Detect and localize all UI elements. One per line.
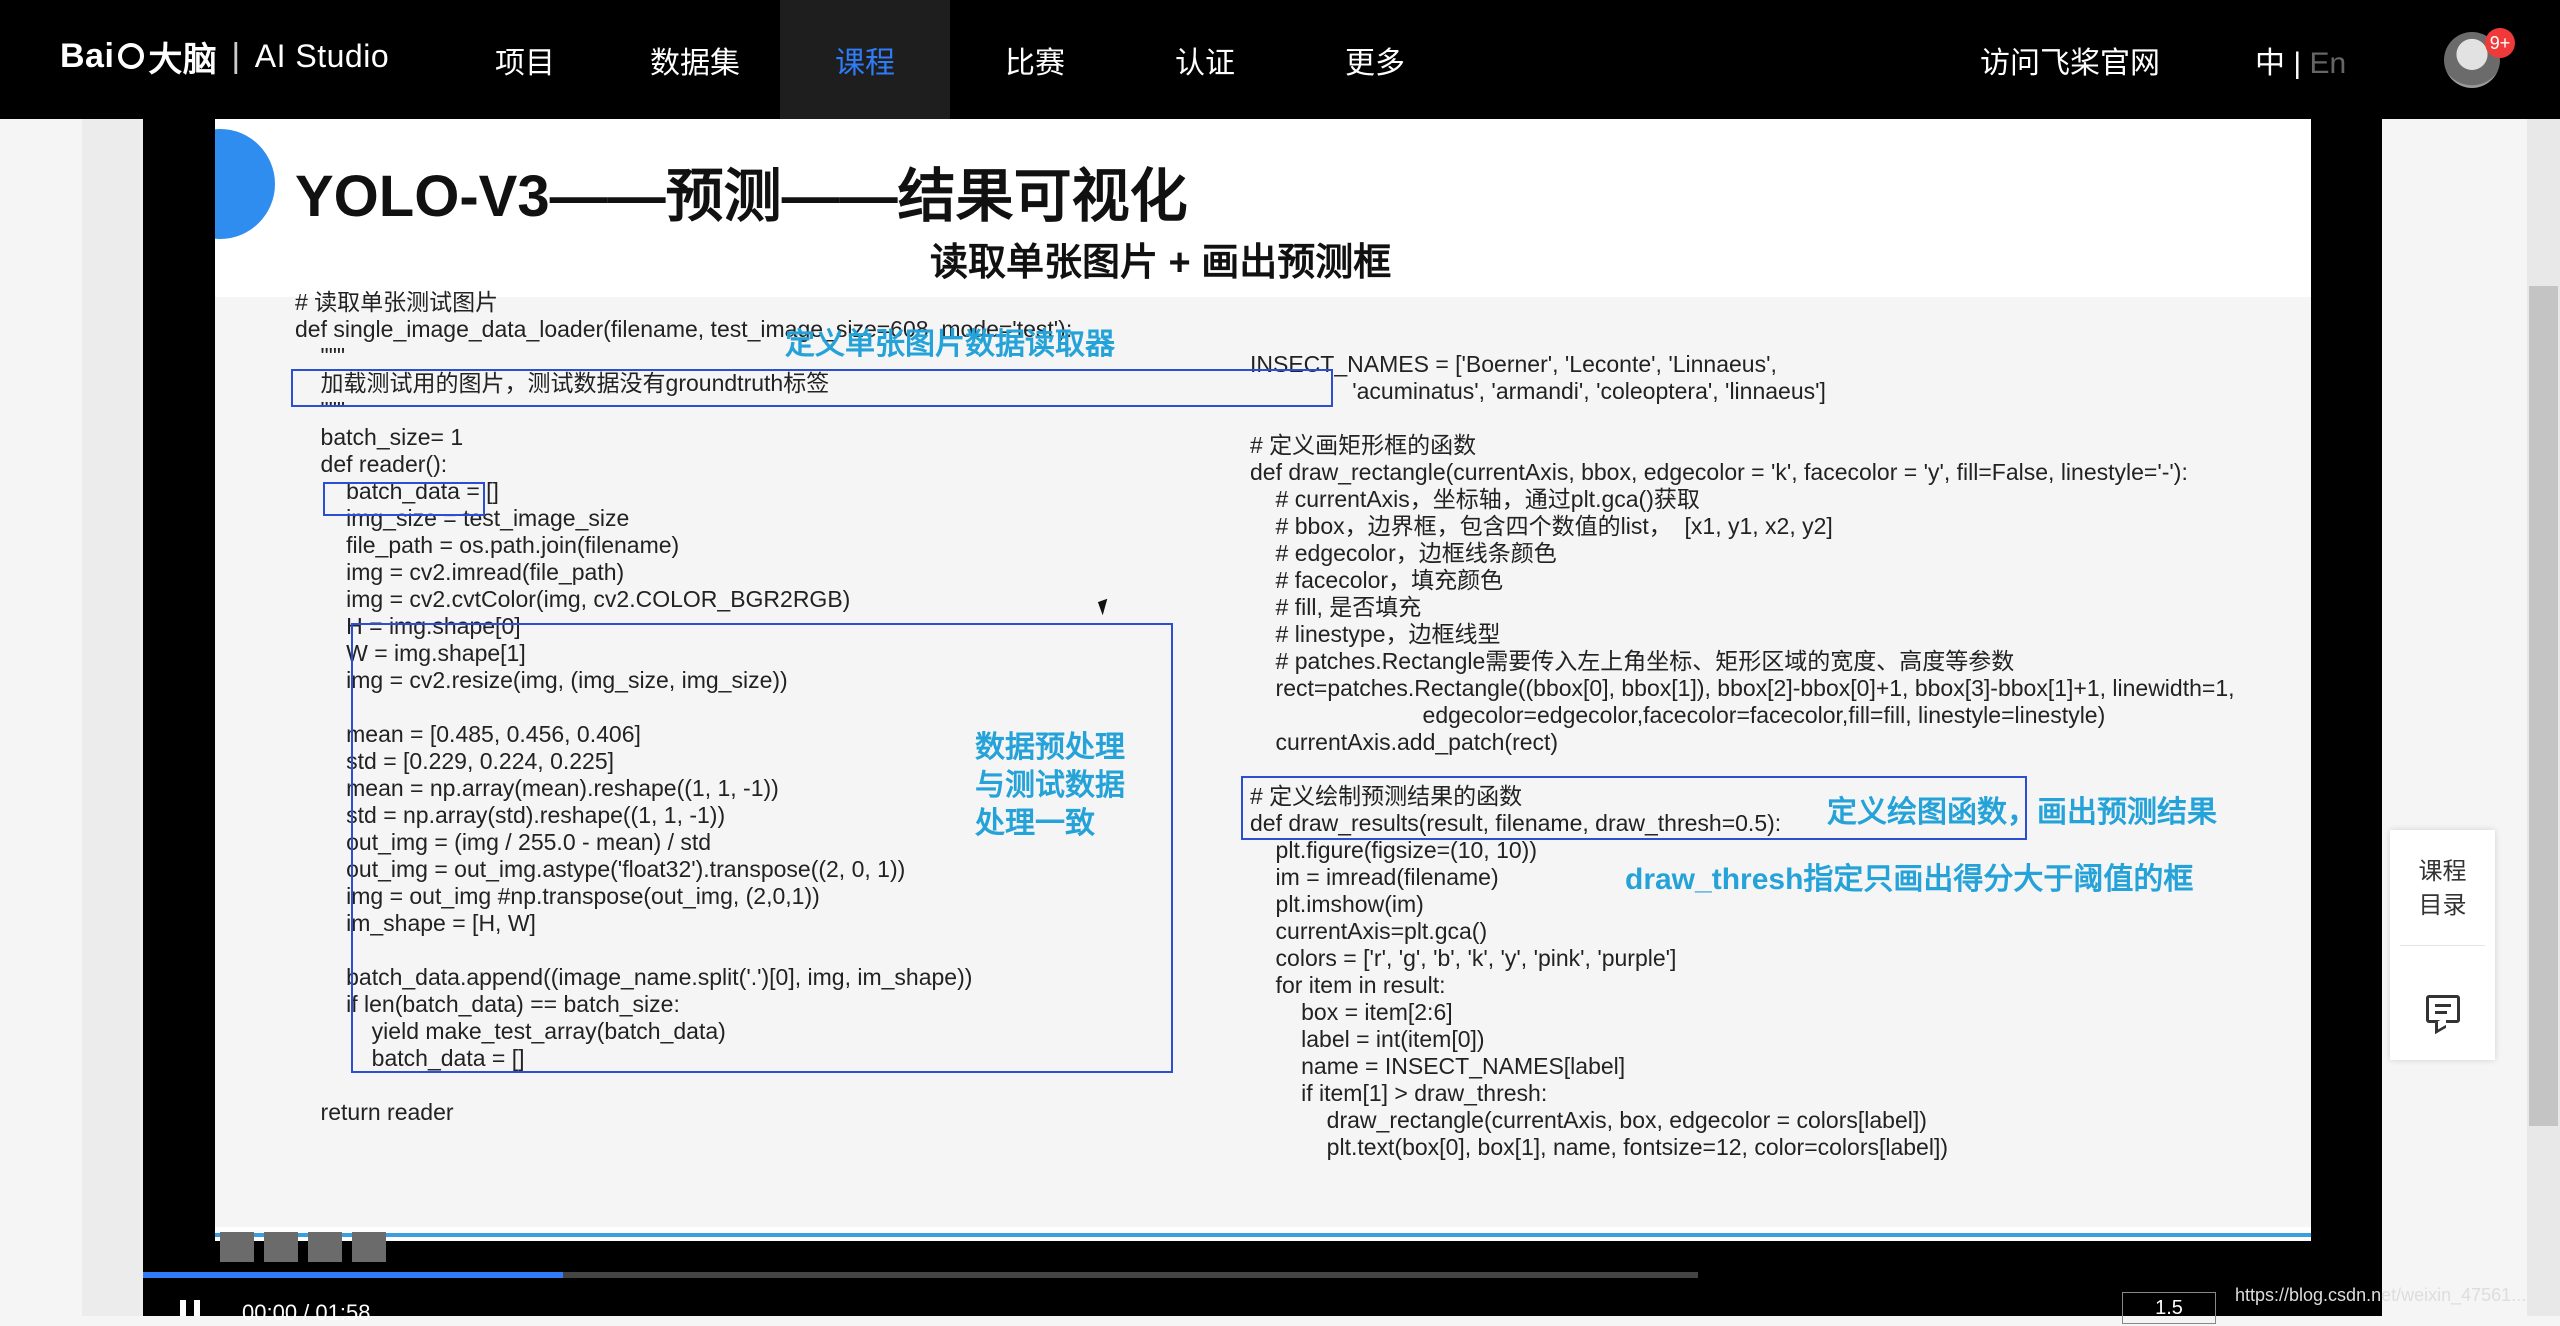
annotation-preprocess: 数据预处理 与测试数据 处理一致 [975, 731, 1125, 840]
highlight-box-loader-def [291, 369, 1333, 407]
annotation-loader: 定义单张图片数据读取器 [785, 328, 1115, 361]
video-progress-bar[interactable] [143, 1272, 1698, 1278]
prev-arrow-icon[interactable] [220, 1232, 254, 1262]
lang-separator: | [2293, 47, 2302, 80]
slide-header: YOLO-V3——预测——结果可视化 读取单张图片 + 画出预测框 [215, 119, 2311, 297]
nav-item-certification[interactable]: 认证 [1120, 0, 1290, 119]
notes-icon[interactable] [308, 1232, 342, 1262]
annotation-draw-thresh: draw_thresh指定只画出得分大于阈值的框 [1625, 863, 2194, 896]
main-nav: 项目 数据集 课程 比赛 认证 更多 [440, 0, 1460, 119]
logo-brand-cn: 大脑 [148, 40, 218, 79]
pause-icon[interactable] [180, 1300, 200, 1316]
playback-speed[interactable]: 1.5 [2122, 1292, 2216, 1324]
nav-item-more[interactable]: 更多 [1290, 0, 1460, 119]
course-catalog-button[interactable]: 课程 目录 [2390, 855, 2495, 923]
video-time: 00:00 / 01:58 [242, 1300, 371, 1325]
language-switch: 中 | En [2255, 38, 2346, 82]
slide-toolbar [220, 1232, 386, 1262]
video-progress-played [143, 1272, 563, 1278]
slide-subtitle: 读取单张图片 + 画出预测框 [930, 242, 1392, 284]
top-navbar: Bai 大脑 | AI Studio 项目 数据集 课程 比赛 认证 更多 访问… [0, 0, 2560, 119]
player-controls [143, 1280, 2382, 1316]
nav-item-projects[interactable]: 项目 [440, 0, 610, 119]
slide-decoration-circle [215, 129, 275, 239]
source-watermark: https://blog.csdn.net/weixin_47561... [2235, 1285, 2527, 1305]
side-divider [2400, 945, 2485, 946]
visit-paddle-link[interactable]: 访问飞桨官网 [1980, 38, 2160, 82]
paw-icon [118, 43, 145, 69]
nav-item-competitions[interactable]: 比赛 [950, 0, 1120, 119]
lang-en[interactable]: En [2309, 47, 2346, 80]
lang-zh[interactable]: 中 [2255, 47, 2285, 80]
highlight-box-preprocess [351, 623, 1173, 1073]
logo-separator: | [231, 36, 241, 75]
next-arrow-icon[interactable] [352, 1232, 386, 1262]
nav-item-courses[interactable]: 课程 [780, 0, 950, 119]
comment-icon[interactable] [2426, 995, 2460, 1023]
highlight-box-batch-size [323, 482, 485, 516]
baidu-ai-studio-logo[interactable]: Bai 大脑 | AI Studio [60, 26, 389, 86]
logo-studio: AI Studio [254, 37, 390, 74]
slide-bottom-line [215, 1233, 2311, 1237]
slide-title: YOLO-V3——预测——结果可视化 [295, 164, 1188, 229]
logo-brand: Bai [60, 36, 115, 75]
annotation-draw-function: 定义绘图函数，画出预测结果 [1827, 796, 2217, 829]
course-slide: YOLO-V3——预测——结果可视化 读取单张图片 + 画出预测框 # 读取单张… [215, 119, 2311, 1241]
right-code-block: INSECT_NAMES = ['Boerner', 'Leconte', 'L… [1250, 351, 2235, 1160]
nav-item-datasets[interactable]: 数据集 [610, 0, 780, 119]
notification-badge: 9+ [2485, 28, 2515, 58]
scrollbar-thumb[interactable] [2529, 286, 2558, 1126]
pen-icon[interactable] [264, 1232, 298, 1262]
side-panel: 课程 目录 [2390, 830, 2495, 1060]
